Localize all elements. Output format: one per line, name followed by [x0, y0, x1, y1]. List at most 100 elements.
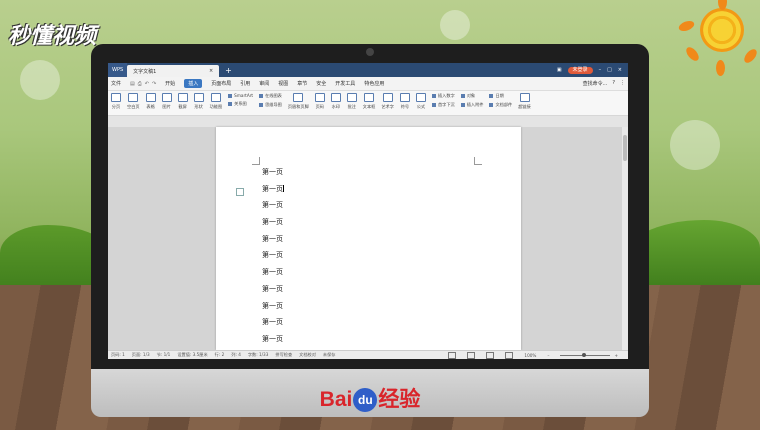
ribbon-hyperlink-button[interactable]: 超链接 [518, 93, 531, 110]
scrollbar-thumb[interactable] [623, 135, 627, 161]
zoom-out-icon[interactable]: – [547, 353, 549, 358]
menu-tab-references[interactable]: 引用 [240, 80, 250, 87]
ribbon-label: 艺术字 [381, 104, 394, 109]
maximize-icon[interactable]: □ [607, 67, 612, 73]
print-icon[interactable]: ⎙ [138, 81, 142, 87]
ribbon-label: 文本框 [362, 104, 376, 109]
ribbon-page-number-button[interactable]: 页码 [314, 93, 325, 110]
date-button[interactable]: 日期 [489, 93, 512, 99]
close-tab-icon[interactable]: × [209, 68, 213, 74]
zoom-level[interactable]: 100% [524, 353, 536, 358]
mindmap-button[interactable]: 思维导图 [259, 102, 282, 108]
login-button[interactable]: 未登录 [567, 66, 593, 74]
insert-number-button[interactable]: 插入数字 [432, 93, 455, 99]
save-icon[interactable]: ▤ [130, 81, 135, 87]
status-wordcount[interactable]: 字数: 1/33 [248, 352, 269, 358]
ribbon-textbox-button[interactable]: 文本框 [362, 93, 376, 110]
wordart-icon [382, 93, 393, 102]
baidu-logo: Bai du 经验 [91, 383, 649, 413]
redo-icon[interactable]: ↷ [152, 81, 156, 87]
menu-tab-chapter[interactable]: 章节 [297, 80, 307, 87]
ribbon-page-break-button[interactable]: 分页 [111, 93, 121, 110]
status-row: 行: 2 [214, 352, 225, 357]
view-outline-icon[interactable] [486, 351, 495, 359]
menu-tab-developer[interactable]: 开发工具 [335, 80, 355, 87]
ribbon-wordart-button[interactable]: 艺术字 [381, 93, 394, 110]
menu-tab-insert[interactable]: 插入 [184, 79, 203, 88]
text-line-current: 第一页 [262, 185, 284, 202]
ribbon-shape-button[interactable]: 形状 [193, 93, 204, 110]
ribbon-table-button[interactable]: 表格 [145, 93, 156, 110]
document-tab[interactable]: 文字文稿1 × [127, 65, 220, 77]
document-body[interactable]: 第一页 第一页 第一页 第一页 第一页 第一页 第一页 第一页 第一页 第一页 … [262, 168, 284, 352]
ribbon-insert-group: 插入数字 首字下沉 [432, 93, 455, 108]
document-page[interactable]: 第一页 第一页 第一页 第一页 第一页 第一页 第一页 第一页 第一页 第一页 … [216, 127, 521, 350]
menu-tab-review[interactable]: 审阅 [259, 80, 269, 87]
ribbon-label: 符号 [400, 104, 410, 109]
symbol-icon [399, 93, 410, 102]
ribbon-watermark-button[interactable]: 水印 [330, 93, 341, 110]
attachment-button[interactable]: 插入附件 [461, 102, 484, 108]
new-tab-button[interactable]: + [225, 66, 232, 75]
spellcheck-button[interactable]: 拼写检查 [275, 352, 292, 358]
ribbon-picture-button[interactable]: 图片 [161, 93, 172, 110]
smartart-button[interactable]: SmartArt [228, 93, 253, 98]
skin-icon[interactable]: ▣ [557, 67, 562, 73]
baidu-logo-text: Bai [319, 388, 353, 411]
help-icon[interactable]: ? [612, 80, 615, 87]
ribbon-label: 水印 [331, 104, 340, 109]
picture-icon [161, 93, 172, 102]
menu-tab-security[interactable]: 安全 [316, 80, 326, 87]
title-controls: ▣ 未登录 – □ × [557, 66, 628, 74]
ribbon-label: 图片 [162, 104, 171, 109]
text-line: 第一页 [262, 201, 283, 210]
ribbon-object-group: 对象 插入附件 [461, 93, 484, 108]
app-tab[interactable]: WPS [108, 63, 128, 77]
app-tab-label: WPS [112, 67, 124, 73]
view-reading-icon[interactable] [448, 351, 457, 359]
online-chart-button[interactable]: 在线图表 [259, 93, 282, 99]
ribbon-screenshot-button[interactable]: 截屏 [177, 93, 188, 110]
watermark-icon [330, 93, 341, 102]
bokeh-light [20, 60, 60, 100]
menu-tab-features[interactable]: 特色应用 [364, 80, 384, 87]
undo-icon[interactable]: ↶ [145, 81, 149, 87]
view-web-icon[interactable] [505, 351, 514, 359]
menu-tab-view[interactable]: 视图 [278, 80, 288, 87]
ribbon-label: 分页 [111, 104, 121, 109]
ribbon-label: 超链接 [518, 104, 531, 109]
page-break-icon [111, 93, 121, 102]
ribbon-function-button[interactable]: 功能图 [210, 93, 222, 110]
file-menu[interactable]: 文件 [111, 80, 121, 87]
view-page-icon[interactable] [467, 351, 476, 359]
unsaved-status: 未保存 [322, 352, 336, 357]
drop-cap-button[interactable]: 首字下沉 [432, 102, 455, 108]
table-icon [145, 93, 156, 102]
search-command[interactable]: 查找命令... [583, 80, 608, 87]
document-tab-label: 文字文稿1 [133, 68, 157, 75]
more-icon[interactable]: ⋮ [620, 80, 625, 87]
doc-parts-button[interactable]: 文档部件 [489, 102, 512, 108]
minimize-icon[interactable]: – [599, 67, 602, 73]
text-line: 第一页 [262, 168, 283, 176]
relation-chart-button[interactable]: 关系图 [228, 101, 253, 107]
paragraph-handle-icon[interactable] [236, 188, 244, 196]
ribbon-symbol-button[interactable]: 符号 [399, 93, 410, 110]
ribbon-formula-button[interactable]: 公式 [415, 93, 426, 110]
ribbon-label: 表格 [146, 104, 155, 109]
ribbon-header-footer-button[interactable]: 页眉和页脚 [288, 93, 309, 110]
zoom-slider-knob[interactable] [582, 352, 587, 357]
ribbon-blank-page-button[interactable]: 空白页 [127, 93, 140, 110]
zoom-slider[interactable] [560, 352, 611, 357]
proofread-button[interactable]: 文档校对 [299, 352, 316, 358]
zoom-in-icon[interactable]: + [614, 353, 618, 358]
menu-tab-layout[interactable]: 页面布局 [211, 80, 231, 87]
close-window-icon[interactable]: × [618, 67, 622, 73]
object-button[interactable]: 对象 [461, 93, 484, 99]
ribbon-comment-button[interactable]: 批注 [346, 93, 357, 110]
vertical-scrollbar[interactable] [622, 127, 628, 350]
status-bar: 页码: 1 页面: 1/3 节: 1/1 设置值: 3.5厘米 行: 2 列: … [108, 350, 628, 359]
menu-tab-home[interactable]: 开始 [165, 80, 175, 87]
camera [366, 48, 374, 56]
ribbon-date-group: 日期 文档部件 [489, 93, 512, 108]
